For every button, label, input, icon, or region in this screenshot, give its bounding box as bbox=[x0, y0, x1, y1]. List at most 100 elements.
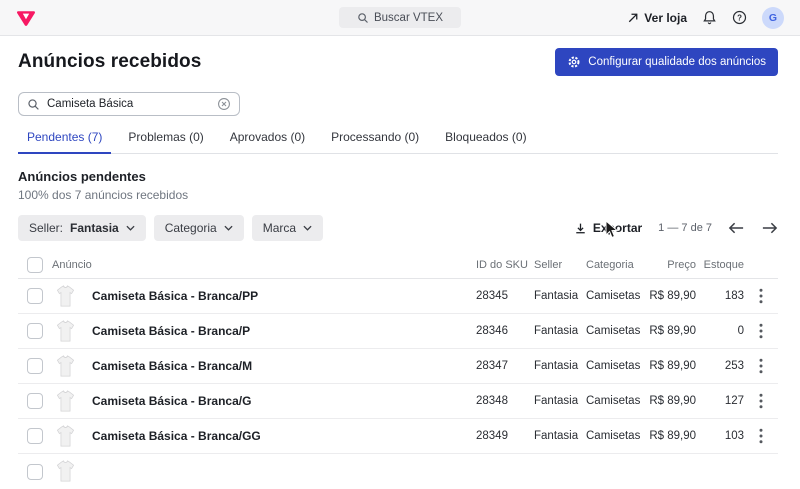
col-estoque: Estoque bbox=[696, 259, 744, 271]
row-menu-icon[interactable] bbox=[744, 428, 778, 444]
export-button[interactable]: Exportar bbox=[574, 221, 642, 235]
filter-seller[interactable]: Seller: Fantasia bbox=[18, 215, 146, 241]
seller-cell: Fantasia bbox=[534, 430, 586, 442]
next-page-icon[interactable] bbox=[761, 222, 778, 234]
global-search-label: Buscar VTEX bbox=[374, 12, 443, 24]
preco-cell: R$ 89,90 bbox=[646, 430, 696, 442]
table-header: Anúncio ID do SKU Seller Categoria Preço… bbox=[18, 251, 778, 279]
tab-4[interactable]: Bloqueados (0) bbox=[436, 126, 535, 154]
col-sku: ID do SKU bbox=[476, 259, 534, 271]
chevron-down-icon bbox=[224, 225, 233, 231]
table-row[interactable]: Camiseta Básica - Branca/GG 28349 Fantas… bbox=[18, 419, 778, 454]
listing-search-box[interactable] bbox=[18, 92, 240, 116]
tshirt-thumbnail bbox=[52, 457, 79, 486]
sku-cell: 28348 bbox=[476, 395, 534, 407]
table-body: Camiseta Básica - Branca/PP 28345 Fantas… bbox=[18, 279, 778, 489]
estoque-cell: 103 bbox=[696, 430, 744, 442]
topbar: Buscar VTEX Ver loja ? G bbox=[0, 0, 800, 36]
tshirt-thumbnail bbox=[52, 317, 79, 346]
listing-search-input[interactable] bbox=[47, 98, 210, 110]
sku-cell: 28347 bbox=[476, 360, 534, 372]
seller-cell: Fantasia bbox=[534, 290, 586, 302]
preco-cell: R$ 89,90 bbox=[646, 395, 696, 407]
preco-cell: R$ 89,90 bbox=[646, 290, 696, 302]
row-menu-icon[interactable] bbox=[744, 323, 778, 339]
chevron-down-icon bbox=[126, 225, 135, 231]
tab-3[interactable]: Processando (0) bbox=[322, 126, 428, 154]
gear-icon bbox=[567, 55, 581, 69]
preco-cell: R$ 89,90 bbox=[646, 360, 696, 372]
svg-text:?: ? bbox=[737, 13, 742, 22]
row-checkbox[interactable] bbox=[27, 323, 43, 339]
table-row[interactable]: Camiseta Básica - Branca/P 28346 Fantasi… bbox=[18, 314, 778, 349]
select-all-checkbox[interactable] bbox=[27, 257, 43, 273]
prev-page-icon[interactable] bbox=[728, 222, 745, 234]
tab-2[interactable]: Aprovados (0) bbox=[221, 126, 314, 154]
search-icon bbox=[357, 12, 369, 24]
notifications-bell-icon[interactable] bbox=[702, 10, 717, 25]
seller-cell: Fantasia bbox=[534, 360, 586, 372]
tab-1[interactable]: Problemas (0) bbox=[119, 126, 212, 154]
estoque-cell: 253 bbox=[696, 360, 744, 372]
product-name: Camiseta Básica - Branca/GG bbox=[92, 429, 261, 443]
tshirt-thumbnail bbox=[52, 387, 79, 416]
estoque-cell: 127 bbox=[696, 395, 744, 407]
pagination-range: 1 — 7 de 7 bbox=[658, 222, 712, 234]
row-checkbox[interactable] bbox=[27, 358, 43, 374]
row-checkbox[interactable] bbox=[27, 464, 43, 480]
sku-cell: 28345 bbox=[476, 290, 534, 302]
col-anuncio: Anúncio bbox=[52, 259, 476, 271]
estoque-cell: 183 bbox=[696, 290, 744, 302]
product-name: Camiseta Básica - Branca/G bbox=[92, 394, 251, 408]
categoria-cell: Camisetas bbox=[586, 290, 646, 302]
configure-quality-button[interactable]: Configurar qualidade dos anúncios bbox=[555, 48, 778, 76]
user-avatar[interactable]: G bbox=[762, 7, 784, 29]
col-seller: Seller bbox=[534, 259, 586, 271]
preco-cell: R$ 89,90 bbox=[646, 325, 696, 337]
row-menu-icon[interactable] bbox=[744, 288, 778, 304]
col-categoria: Categoria bbox=[586, 259, 646, 271]
search-icon bbox=[27, 98, 40, 111]
categoria-cell: Camisetas bbox=[586, 395, 646, 407]
vtex-logo-icon[interactable] bbox=[16, 7, 38, 29]
row-checkbox[interactable] bbox=[27, 393, 43, 409]
tab-0[interactable]: Pendentes (7) bbox=[18, 126, 111, 154]
tshirt-thumbnail bbox=[52, 422, 79, 451]
row-menu-icon[interactable] bbox=[744, 393, 778, 409]
download-icon bbox=[574, 222, 587, 235]
view-store-link[interactable]: Ver loja bbox=[627, 11, 687, 25]
tshirt-thumbnail bbox=[52, 282, 79, 311]
table-row[interactable]: Camiseta Básica - Branca/G 28348 Fantasi… bbox=[18, 384, 778, 419]
row-checkbox[interactable] bbox=[27, 428, 43, 444]
sku-cell: 28346 bbox=[476, 325, 534, 337]
help-icon[interactable]: ? bbox=[732, 10, 747, 25]
seller-cell: Fantasia bbox=[534, 395, 586, 407]
estoque-cell: 0 bbox=[696, 325, 744, 337]
listings-table: Anúncio ID do SKU Seller Categoria Preço… bbox=[18, 251, 778, 489]
summary-subtitle: 100% dos 7 anúncios recebidos bbox=[18, 188, 778, 202]
sku-cell: 28349 bbox=[476, 430, 534, 442]
tabs: Pendentes (7) Problemas (0) Aprovados (0) P… bbox=[18, 126, 778, 154]
tshirt-thumbnail bbox=[52, 352, 79, 381]
product-name: Camiseta Básica - Branca/P bbox=[92, 324, 250, 338]
external-link-icon bbox=[627, 12, 639, 24]
col-preco: Preço bbox=[646, 259, 696, 271]
row-menu-icon[interactable] bbox=[744, 358, 778, 374]
filter-marca[interactable]: Marca bbox=[252, 215, 323, 241]
table-row[interactable]: Camiseta Básica - Branca/M 28347 Fantasi… bbox=[18, 349, 778, 384]
table-row[interactable]: Camiseta Básica - Branca/PP 28345 Fantas… bbox=[18, 279, 778, 314]
clear-search-icon[interactable] bbox=[217, 97, 231, 111]
global-search[interactable]: Buscar VTEX bbox=[339, 7, 461, 28]
summary-title: Anúncios pendentes bbox=[18, 169, 778, 184]
page-title: Anúncios recebidos bbox=[18, 51, 201, 73]
row-checkbox[interactable] bbox=[27, 288, 43, 304]
product-name: Camiseta Básica - Branca/M bbox=[92, 359, 252, 373]
product-name: Camiseta Básica - Branca/PP bbox=[92, 289, 258, 303]
categoria-cell: Camisetas bbox=[586, 325, 646, 337]
categoria-cell: Camisetas bbox=[586, 360, 646, 372]
seller-cell: Fantasia bbox=[534, 325, 586, 337]
filter-categoria[interactable]: Categoria bbox=[154, 215, 244, 241]
chevron-down-icon bbox=[303, 225, 312, 231]
table-row-partial[interactable] bbox=[18, 454, 778, 489]
categoria-cell: Camisetas bbox=[586, 430, 646, 442]
